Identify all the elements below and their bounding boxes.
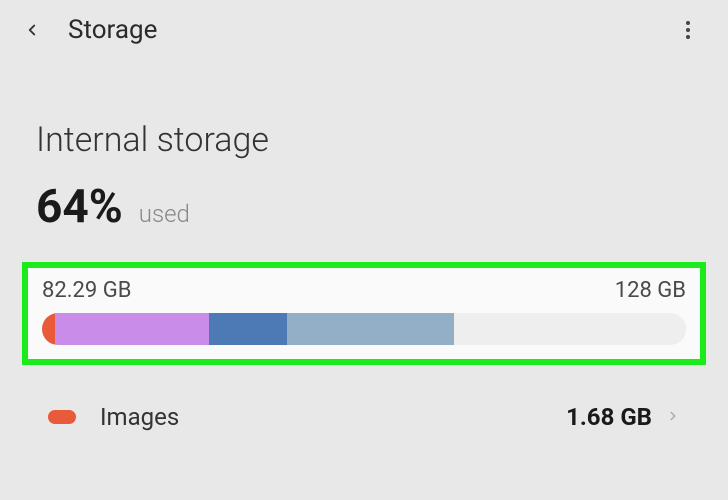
usage-percent: 64% (36, 180, 123, 234)
bar-segment-lightblue (287, 313, 454, 345)
bar-segment-images (42, 313, 55, 345)
usage-label: used (139, 200, 190, 228)
category-swatch-icon (48, 410, 76, 424)
bar-segment-purple (55, 313, 210, 345)
used-storage-label: 82.29 GB (42, 278, 131, 303)
page-title: Storage (68, 15, 157, 45)
category-label: Images (100, 403, 566, 431)
storage-bar-labels: 82.29 GB 128 GB (42, 278, 686, 303)
bar-segment-blue (209, 313, 286, 345)
back-icon[interactable] (20, 18, 44, 42)
chevron-right-icon (666, 408, 680, 427)
total-storage-label: 128 GB (615, 278, 686, 303)
usage-summary: 64% used (36, 180, 692, 234)
bar-segment-free (454, 313, 686, 345)
more-options-icon[interactable] (676, 18, 700, 42)
category-list: Images 1.68 GB (36, 365, 692, 443)
category-size: 1.68 GB (566, 403, 652, 431)
section-title: Internal storage (36, 120, 692, 160)
storage-bar (42, 313, 686, 345)
category-item-images[interactable]: Images 1.68 GB (48, 391, 680, 443)
storage-bar-highlight: 82.29 GB 128 GB (22, 262, 706, 365)
app-header: Storage (0, 0, 728, 60)
